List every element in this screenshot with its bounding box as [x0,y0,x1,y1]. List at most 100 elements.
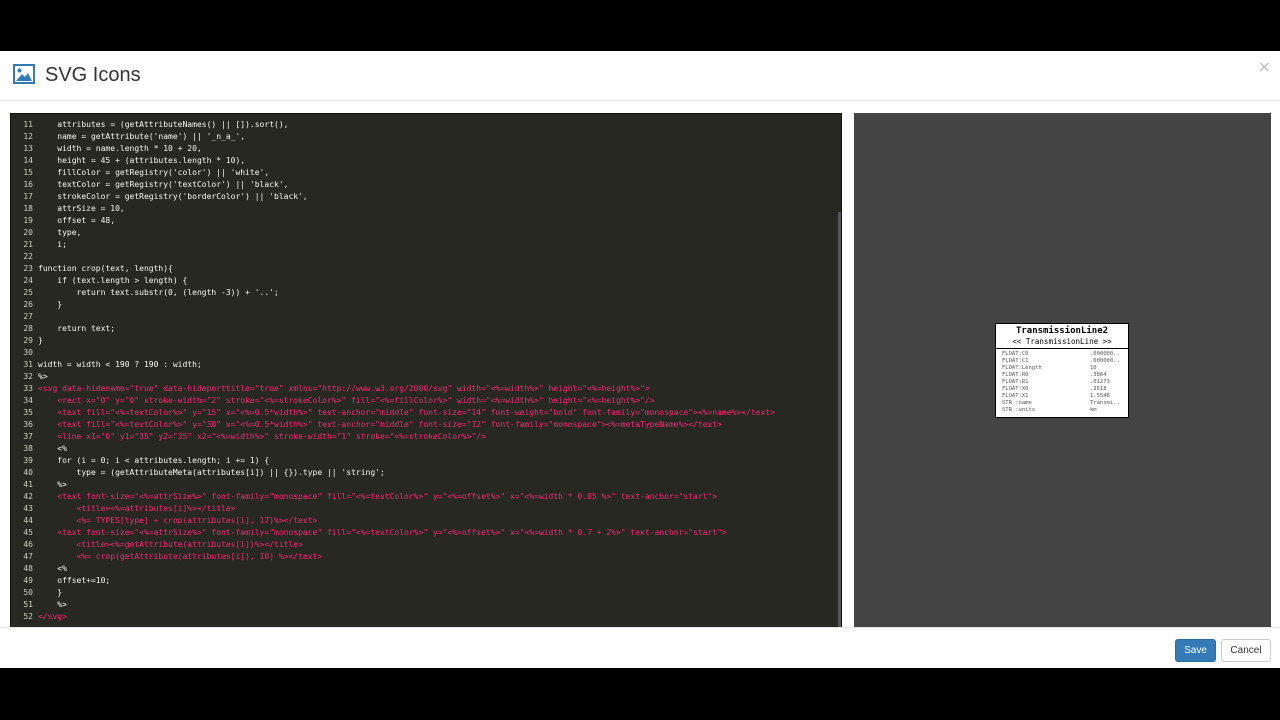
attribute-name: STR :name [1002,400,1032,406]
line-number: 51 [23,600,33,609]
line-number: 15 [23,168,33,177]
code-line: 29} [11,335,837,347]
dialog-footer: Save Cancel [0,627,1280,668]
line-number: 18 [23,204,33,213]
line-number: 26 [23,300,33,309]
attribute-value: .000000.. [1090,358,1120,364]
transmission-line-node[interactable]: TransmissionLine2 << TransmissionLine >>… [995,323,1129,418]
line-number: 28 [23,324,33,333]
code-text: <text fill="<%=textColor%>" y="15" x="<%… [38,408,775,417]
code-line: 19 offset = 48, [11,215,837,227]
code-line: 49 offset+=10; [11,575,837,587]
code-text: attributes = (getAttributeNames() || [])… [38,120,289,129]
code-text: <text font-size="<%=attrSize%>" font-fam… [38,528,727,537]
svg-icons-dialog: SVG Icons × 11 attributes = (getAttribut… [0,51,1280,668]
line-number: 42 [23,492,33,501]
code-text: <% [38,444,67,453]
code-line: 33 <svg data-hidename="true" data-hidepor… [11,383,837,395]
save-button[interactable]: Save [1175,639,1216,662]
line-number: 29 [23,336,33,345]
attribute-row: FLOAT:X1 1.5548 [1002,393,1126,400]
code-line: 42 <text font-size="<%=attrSize%>" font-… [11,491,837,503]
line-number: 19 [23,216,33,225]
code-editor[interactable]: 11 attributes = (getAttributeNames() || … [10,113,842,628]
line-number: 12 [23,132,33,141]
line-number: 33 [23,384,33,393]
code-line: 43 <title><%=attributes[i]%></title> [11,503,837,515]
code-text: if (text.length > length) { [38,276,188,285]
code-text: <%= crop(getAttribute(attributes[i]), 10… [38,552,323,561]
code-line: 13 width = name.length * 10 + 20, [11,143,837,155]
line-number: 37 [23,432,33,441]
code-line: 26 } [11,299,837,311]
line-number: 24 [23,276,33,285]
code-line: 37 <line x1="0" y1="35" y2="35" x2="<%=w… [11,431,837,443]
attribute-name: FLOAT:C0 [1002,351,1029,357]
code-text: } [38,588,63,597]
line-number: 45 [23,528,33,537]
code-text: %> [38,372,48,381]
line-number: 23 [23,264,33,273]
code-text: fillColor = getRegistry('color') || 'whi… [38,168,270,177]
code-text: for (i = 0; i < attributes.length; i += … [38,456,270,465]
code-text: <%= TYPES[type] + crop(attributes[i], 17… [38,516,318,525]
code-text: } [38,300,63,309]
attribute-name: FLOAT:C1 [1002,358,1029,364]
attribute-value: .3518 [1090,386,1107,392]
code-text: <text fill="<%=textColor%>" y="30" x="<%… [38,420,722,429]
dialog-title: SVG Icons [45,64,141,86]
cancel-button[interactable]: Cancel [1221,639,1271,662]
attribute-value: 10 [1090,365,1097,371]
line-number: 39 [23,456,33,465]
code-text: attrSize = 10, [38,204,125,213]
code-text: function crop(text, length){ [38,264,173,273]
code-line: 15 fillColor = getRegistry('color') || '… [11,167,837,179]
code-line: 28 return text; [11,323,837,335]
code-text: width = name.length * 10 + 20, [38,144,202,153]
code-line: 21 i; [11,239,837,251]
code-text: type, [38,228,82,237]
close-button[interactable]: × [1258,57,1271,77]
line-number: 11 [23,120,33,129]
attribute-row: FLOAT:Length 10 [1002,365,1126,372]
code-text: %> [38,600,67,609]
attribute-row: FLOAT:C0 .000000.. [1002,351,1126,358]
attribute-name: STR :units [1002,407,1036,413]
code-text: name = getAttribute('name') || '_n_a_', [38,132,246,141]
code-line: 50 } [11,587,837,599]
code-text: <line x1="0" y1="35" y2="35" x2="<%=widt… [38,432,486,441]
code-text: height = 45 + (attributes.length * 10), [38,156,246,165]
code-line: 38 <% [11,443,837,455]
editor-scrollbar[interactable] [838,212,841,627]
code-line: 47 <%= crop(getAttribute(attributes[i]),… [11,551,837,563]
attribute-row: STR :name Transmi.. [1002,400,1126,407]
line-number: 44 [23,516,33,525]
line-number: 25 [23,288,33,297]
attribute-value: .000000.. [1090,351,1120,357]
node-divider [996,348,1128,349]
code-line: 16 textColor = getRegistry('textColor') … [11,179,837,191]
attribute-row: FLOAT:X0 .3518 [1002,386,1126,393]
line-number: 13 [23,144,33,153]
code-text: strokeColor = getRegistry('borderColor')… [38,192,308,201]
attribute-name: FLOAT:Length [1002,365,1042,371]
line-number: 35 [23,408,33,417]
line-number: 50 [23,588,33,597]
line-number: 16 [23,180,33,189]
code-line: 22 [11,251,837,263]
line-number: 36 [23,420,33,429]
code-line: 18 attrSize = 10, [11,203,837,215]
code-text: return text; [38,324,116,333]
line-number: 22 [23,252,33,261]
code-text: <svg data-hidename="true" data-hideportt… [38,384,650,393]
attribute-row: STR :units km [1002,407,1126,414]
code-line: 34 <rect x="0" y="0" stroke-width="2" st… [11,395,837,407]
code-text: </svg> [38,612,67,621]
dialog-header: SVG Icons × [0,51,1280,101]
line-number: 49 [23,576,33,585]
code-text: offset+=10; [38,576,111,585]
line-number: 32 [23,372,33,381]
code-line: 27 [11,311,837,323]
code-line: 41 %> [11,479,837,491]
attribute-value: km [1090,407,1097,413]
